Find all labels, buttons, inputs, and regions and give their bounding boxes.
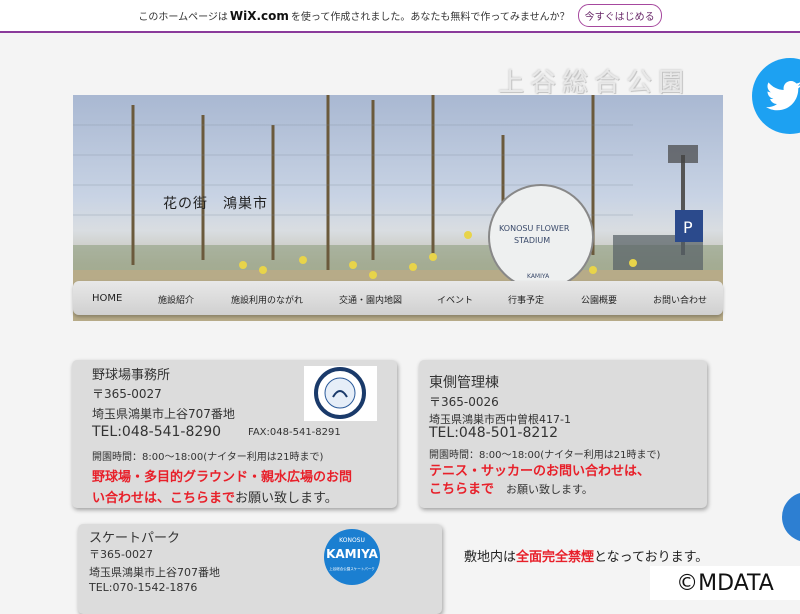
stadium-card-fax: FAX:048-541-8291 (248, 427, 341, 438)
main-nav: HOME 施設紹介 施設利用のながれ 交通・園内地図 イベント 行事予定 公園概… (73, 281, 723, 315)
site-title: 上谷総合公園 (498, 68, 691, 98)
stadium-card-address: 埼玉県鴻巣市上谷707番地 (92, 407, 235, 421)
stadium-card-inquiry-red-1: 野球場・多目的グラウンド・親水広場のお問 (92, 470, 353, 485)
east-card-inquiry-tail: お願い致します。 (506, 483, 593, 496)
skate-park-logo: KONOSU KAMIYA 上谷総合公園スケートパーク (324, 529, 382, 589)
parking-sign-text: P (683, 218, 693, 237)
stadium-sign-line1: KONOSU FLOWER (499, 224, 570, 233)
nav-item-overview[interactable]: 公園概要 (581, 293, 617, 306)
east-card-title: 東側管理棟 (429, 375, 499, 391)
east-card-inquiry-red-2: こちらまで (429, 482, 495, 497)
wix-logo[interactable]: WiX.com (230, 9, 289, 23)
east-card-postal: 〒365-0026 (429, 395, 499, 409)
skate-card-address: 埼玉県鴻巣市上谷707番地 (89, 566, 220, 579)
copyright-watermark: ©MDATA (650, 566, 800, 600)
skate-logo-main: KAMIYA (326, 547, 378, 561)
nav-item-events[interactable]: イベント (437, 293, 473, 306)
nav-item-usage-flow[interactable]: 施設利用のながれ (231, 293, 303, 306)
notice-red: 全面完全禁煙 (516, 550, 595, 565)
east-card-inquiry-red-1: テニス・サッカーのお問い合わせは、 (429, 464, 651, 479)
east-card-hours: 開園時間：8:00～18:00(ナイター利用は21時まで) (429, 450, 661, 461)
stadium-card-title: 野球場事務所 (92, 368, 171, 383)
skate-card-title: スケートパーク (89, 531, 181, 546)
skate-logo-circle: KONOSU KAMIYA 上谷総合公園スケートパーク (324, 529, 380, 585)
twitter-icon[interactable] (752, 58, 800, 134)
wix-banner-text-after: を使って作成されました。あなたも無料で作ってみませんか？ (290, 12, 570, 23)
nav-item-schedule[interactable]: 行事予定 (508, 293, 544, 306)
start-now-button[interactable]: 今すぐはじめる (577, 4, 662, 27)
twitter-bird-icon (766, 81, 800, 111)
skate-logo-top: KONOSU (339, 537, 365, 544)
stadium-sign-line3: KAMIYA (527, 273, 550, 280)
stadium-card-postal: 〒365-0027 (92, 387, 162, 401)
stadium-card-hours: 開園時間：8:00～18:00(ナイター利用は21時まで) (92, 452, 324, 463)
wix-banner: このホームページは WiX.com を使って作成されました。あなたも無料で作って… (0, 0, 800, 33)
side-chat-button[interactable] (782, 492, 800, 542)
stadium-card-inquiry-red-2: い合わせは、こちらまで (92, 491, 236, 506)
skate-park-card: スケートパーク 〒365-0027 埼玉県鴻巣市上谷707番地 TEL:070-… (78, 524, 442, 614)
nav-item-access-map[interactable]: 交通・園内地図 (339, 293, 402, 306)
no-smoking-notice: 敷地内は全面完全禁煙となっております。 (464, 546, 708, 565)
nav-item-facilities[interactable]: 施設紹介 (158, 293, 194, 306)
notice-suffix: となっております。 (594, 550, 709, 565)
notice-prefix: 敷地内は (464, 550, 517, 565)
stadium-logo (304, 366, 377, 421)
skate-card-postal: 〒365-0027 (89, 548, 153, 561)
skate-logo-bottom: 上谷総合公園スケートパーク (329, 567, 375, 571)
stadium-logo-emblem (314, 367, 366, 419)
hero-caption: 花の街 鴻巣市 (163, 196, 268, 212)
skate-card-tel: TEL:070-1542-1876 (89, 581, 198, 594)
wix-banner-text-before: このホームページは (138, 12, 228, 23)
stadium-card-inquiry-tail: お願い致します。 (235, 491, 338, 506)
nav-item-contact[interactable]: お問い合わせ (653, 293, 707, 306)
nav-item-home[interactable]: HOME (92, 293, 122, 304)
stadium-sign-line2: STADIUM (514, 236, 550, 245)
east-card-tel: TEL:048-501-8212 (429, 425, 559, 441)
east-building-card: 東側管理棟 〒365-0026 埼玉県鴻巣市西中曽根417-1 TEL:048-… (419, 360, 707, 508)
stadium-card-tel: TEL:048-541-8290 (92, 424, 222, 440)
stadium-office-card: 野球場事務所 〒365-0027 埼玉県鴻巣市上谷707番地 TEL:048-5… (72, 360, 397, 508)
